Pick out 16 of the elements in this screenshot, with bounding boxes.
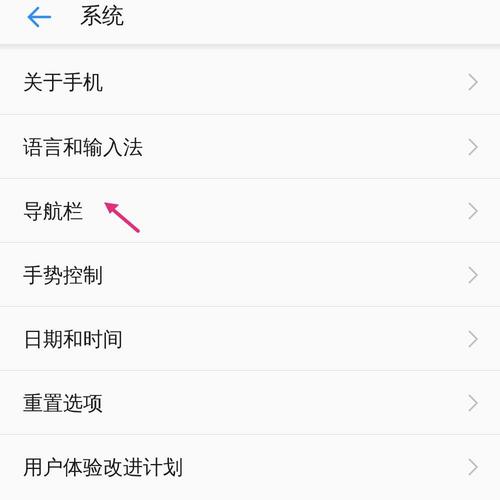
chevron-right-icon bbox=[468, 138, 478, 156]
settings-item[interactable]: 关于手机 bbox=[0, 50, 500, 114]
back-arrow-icon[interactable] bbox=[26, 6, 52, 28]
settings-item[interactable]: 手势控制 bbox=[0, 242, 500, 306]
chevron-right-icon bbox=[468, 394, 478, 412]
chevron-right-icon bbox=[468, 73, 478, 91]
chevron-right-icon bbox=[468, 458, 478, 476]
settings-item[interactable]: 用户体验改进计划 bbox=[0, 434, 500, 498]
settings-item[interactable]: 导航栏 bbox=[0, 178, 500, 242]
chevron-right-icon bbox=[468, 202, 478, 220]
settings-item[interactable]: 语言和输入法 bbox=[0, 114, 500, 178]
chevron-right-icon bbox=[468, 266, 478, 284]
settings-item[interactable]: 重置选项 bbox=[0, 370, 500, 434]
settings-item[interactable]: 日期和时间 bbox=[0, 306, 500, 370]
window-title: 系统 bbox=[80, 6, 124, 28]
chevron-right-icon bbox=[468, 330, 478, 348]
